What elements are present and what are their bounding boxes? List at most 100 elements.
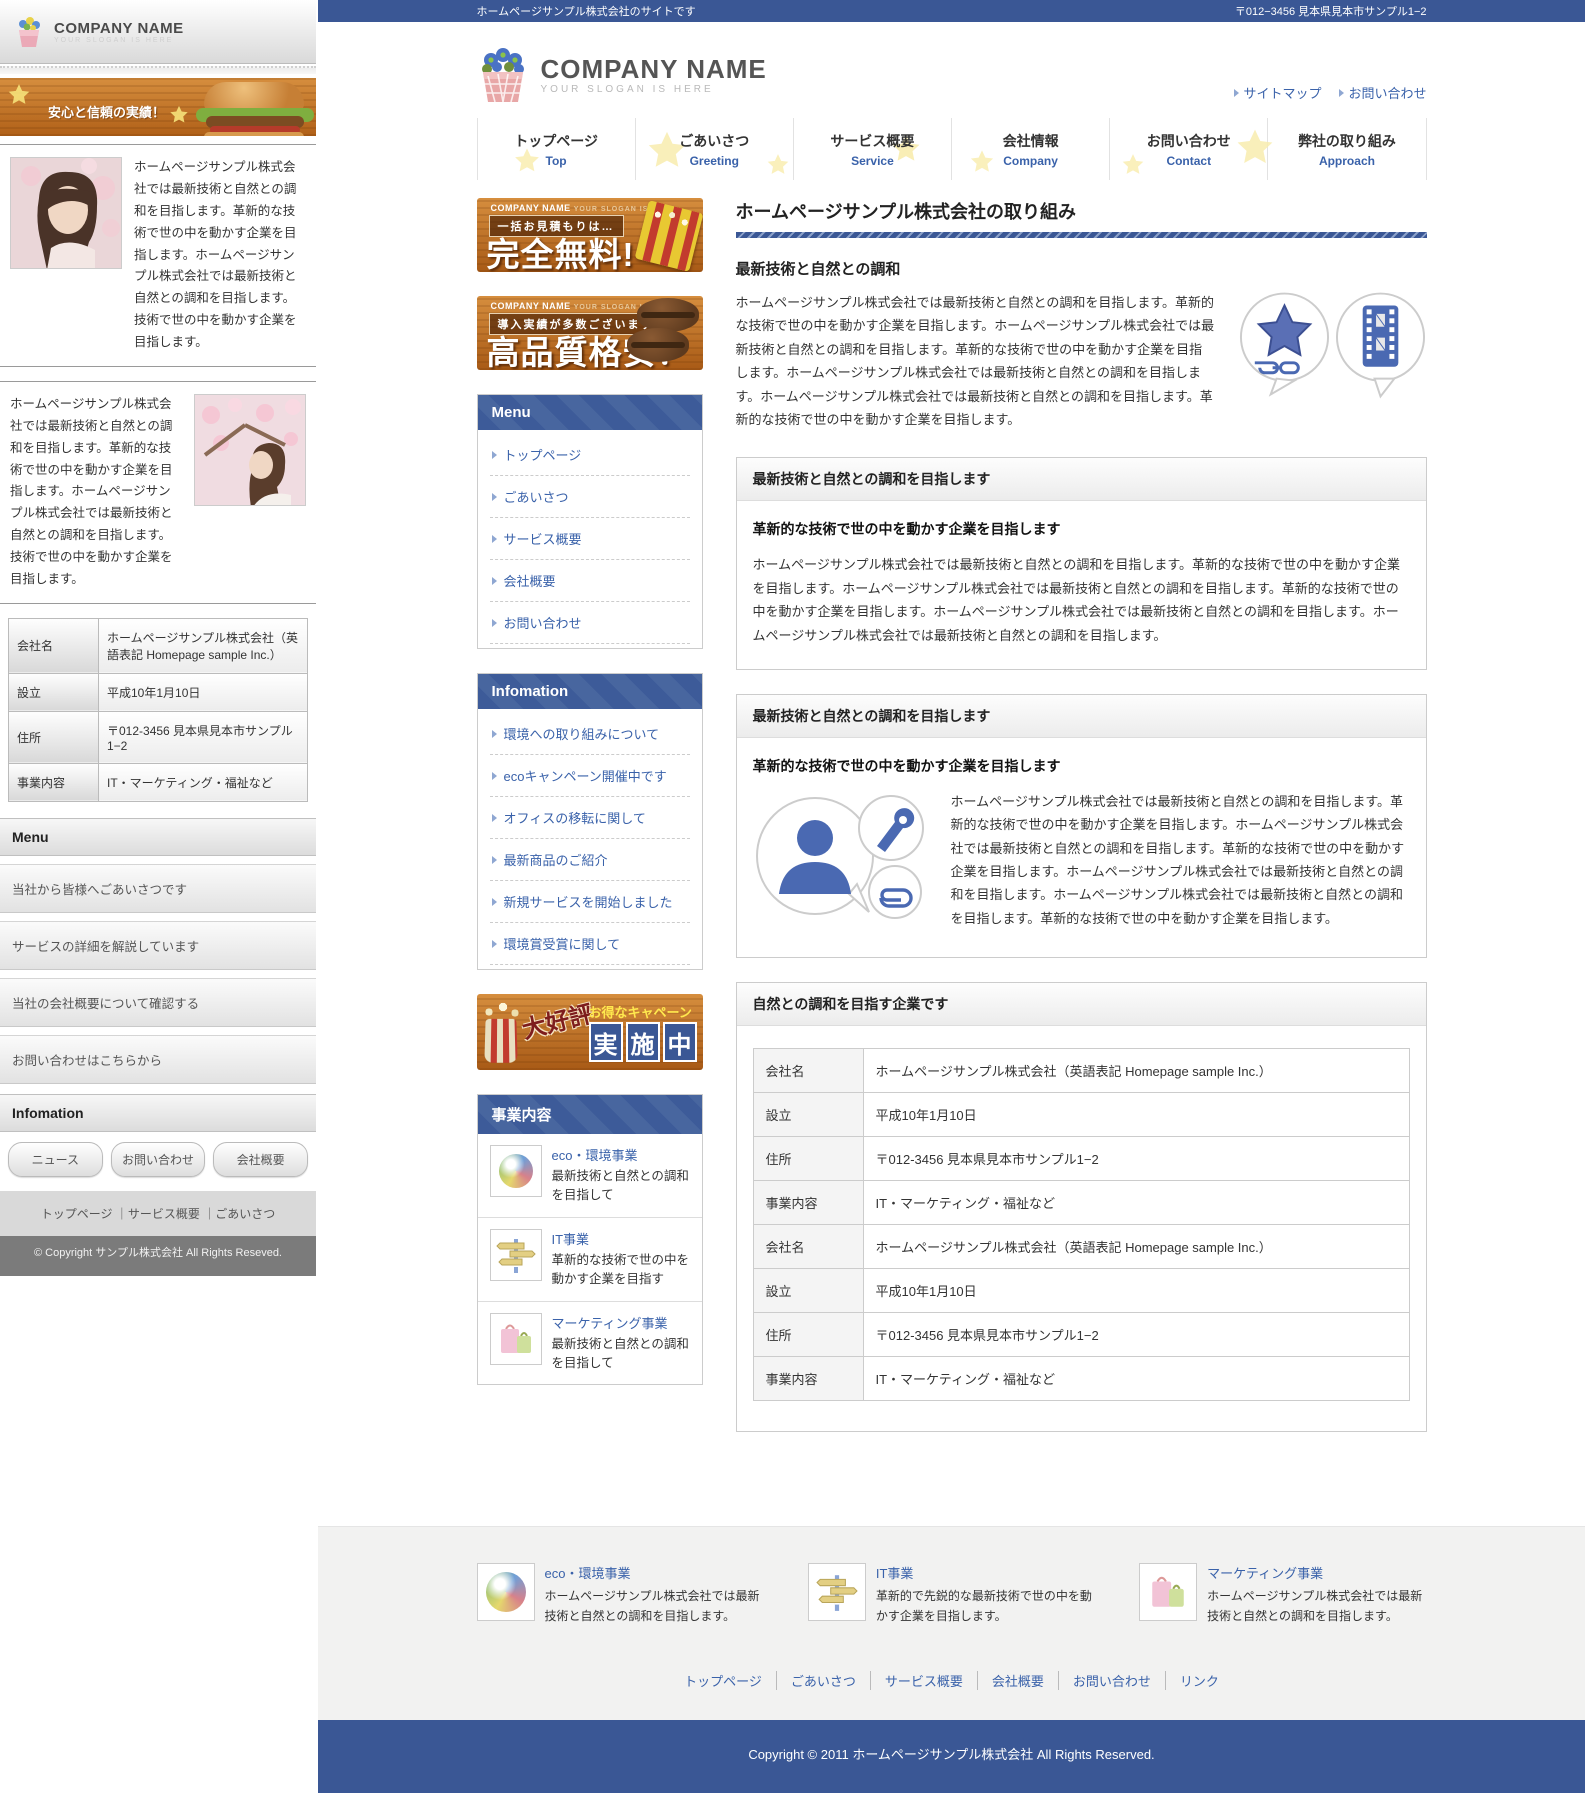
table-row: 会社名ホームページサンプル株式会社（英語表記 Homepage sample I… xyxy=(753,1224,1409,1268)
footer-links: トップページ ごあいさつ サービス概要 会社概要 お問い合わせ リンク xyxy=(477,1671,1427,1690)
nav-item-top[interactable]: トップページTop xyxy=(478,118,636,180)
popcorn-cup-icon xyxy=(479,1000,523,1064)
arrow-icon xyxy=(492,619,497,627)
sidebar-copyright: © Copyright サンプル株式会社 All Rights Reseved. xyxy=(0,1236,316,1276)
company-section-header: 自然との調和を目指す企業です xyxy=(737,983,1426,1026)
quality-banner[interactable]: COMPANY NAME YOUR SLOGAN IS HERE 導入実績が多数… xyxy=(477,296,703,370)
menu-link-greeting[interactable]: ごあいさつ xyxy=(490,476,690,518)
menu-link-contact[interactable]: お問い合わせ xyxy=(490,602,690,644)
table-row: 設立平成10年1月10日 xyxy=(753,1268,1409,1312)
business-box-title: 事業内容 xyxy=(478,1095,702,1134)
sidebar-menu-item-service[interactable]: サービスの詳細を解説しています xyxy=(0,921,316,970)
company-section: 自然との調和を目指す企業です 会社名ホームページサンプル株式会社（英語表記 Ho… xyxy=(736,982,1427,1432)
sidebar-preview: COMPANY NAME YOUR SLOGAN IS HERE 安心と信頼の実… xyxy=(0,0,318,1793)
campaign-banner[interactable]: 大好評 お得なキャペーン 実施中 xyxy=(477,994,703,1070)
business-box: 事業内容 eco・環境事業最新技術と自然との調和を目指して xyxy=(477,1094,703,1385)
title-rule xyxy=(736,232,1427,238)
intro-heading: 最新技術と自然との調和 xyxy=(736,258,1427,279)
star-icon xyxy=(968,148,996,176)
hamburger-image xyxy=(196,82,314,136)
arrow-icon xyxy=(1234,89,1239,97)
business-item-eco[interactable]: eco・環境事業最新技術と自然との調和を目指して xyxy=(478,1134,702,1218)
sidebar-company-name: COMPANY NAME xyxy=(54,20,184,37)
footer-it-desc: 革新的で先鋭的な最新技術で世の中を動かす企業を目指します。 xyxy=(876,1586,1095,1627)
company-table: 会社名ホームページサンプル株式会社（英語表記 Homepage sample I… xyxy=(753,1048,1410,1401)
footer-link-top[interactable]: トップページ xyxy=(670,1671,777,1690)
portrait-photo xyxy=(10,157,122,269)
star-icon xyxy=(1233,126,1277,170)
nav-item-contact[interactable]: お問い合わせContact xyxy=(1110,118,1268,180)
info-link[interactable]: 新規サービスを開始しました xyxy=(490,881,690,923)
site-description: ホームページサンプル株式会社のサイトです xyxy=(477,3,696,19)
info-link[interactable]: 環境賞受賞に関して xyxy=(490,923,690,965)
business-item-it[interactable]: IT事業革新的な技術で世の中を動かす企業を目指す xyxy=(478,1218,702,1302)
infomation-box: Infomation 環境への取り組みについて ecoキャンペーン開催中です オ… xyxy=(477,673,703,970)
star-icon xyxy=(512,146,542,176)
arrow-icon xyxy=(492,898,497,906)
arrow-icon xyxy=(1339,89,1344,97)
footer: eco・環境事業 ホームページサンプル株式会社では最新技術と自然との調和を目指し… xyxy=(318,1526,1585,1720)
footer-link-contact[interactable]: お問い合わせ xyxy=(1059,1671,1166,1690)
sitemap-link[interactable]: サイトマップ xyxy=(1234,83,1321,102)
footer-link-links[interactable]: リンク xyxy=(1166,1671,1233,1690)
footer-link-company[interactable]: 会社概要 xyxy=(978,1671,1059,1690)
top-bar: ホームページサンプル株式会社のサイトです 〒012−3456 見本県見本市サンプ… xyxy=(318,0,1585,22)
nav-item-service[interactable]: サービス概要Service xyxy=(794,118,952,180)
footer-it-link[interactable]: IT事業 xyxy=(876,1566,914,1581)
table-row: 住所〒012-3456 見本県見本市サンプル1−2 xyxy=(753,1136,1409,1180)
site-logo[interactable]: COMPANY NAME YOUR SLOGAN IS HERE xyxy=(477,46,767,104)
footer-link-greeting[interactable]: ごあいさつ xyxy=(777,1671,871,1690)
free-estimate-banner[interactable]: COMPANY NAME YOUR SLOGAN IS HERE 一括お見積もり… xyxy=(477,198,703,272)
sidebar-hero-banner[interactable]: 安心と信頼の実績！ xyxy=(0,78,316,136)
sidebar-about-card-2: ホームページサンプル株式会社では最新技術と自然との調和を目指します。革新的な技術… xyxy=(0,381,316,604)
sidebar-menu-item-company[interactable]: 当社の会社概要について確認する xyxy=(0,978,316,1027)
footer-marketing-link[interactable]: マーケティング事業 xyxy=(1207,1566,1323,1581)
arrow-icon xyxy=(492,577,497,585)
footer-eco-link[interactable]: eco・環境事業 xyxy=(545,1566,631,1581)
copyright-bar: Copyright © 2011 ホームページサンプル株式会社 All Righ… xyxy=(318,1720,1585,1793)
table-row: 住所〒012-3456 見本県見本市サンプル1−2 xyxy=(9,711,308,763)
business-item-marketing[interactable]: マーケティング事業最新技術と自然との調和を目指して xyxy=(478,1302,702,1385)
info-link[interactable]: 環境への取り組みについて xyxy=(490,713,690,755)
flower-basket-icon xyxy=(477,46,529,104)
nav-item-approach[interactable]: 弊社の取り組みApproach xyxy=(1268,118,1425,180)
campaign-bigtext: 実施中 xyxy=(589,1022,697,1062)
table-row: 会社名ホームページサンプル株式会社（英語表記 Homepage sample I… xyxy=(753,1048,1409,1092)
nav-item-greeting[interactable]: ごあいさつGreeting xyxy=(636,118,794,180)
main-nav: トップページTop ごあいさつGreeting サービス概要Service 会社… xyxy=(477,118,1427,180)
section-1-header: 最新技術と自然との調和を目指します xyxy=(737,458,1426,501)
info-link[interactable]: 最新商品のご紹介 xyxy=(490,839,690,881)
info-link[interactable]: ecoキャンペーン開催中です xyxy=(490,755,690,797)
contact-button[interactable]: お問い合わせ xyxy=(111,1142,206,1177)
nav-item-company[interactable]: 会社情報Company xyxy=(952,118,1110,180)
macaron-icon xyxy=(629,298,699,368)
sidebar-about-card-1: ホームページサンプル株式会社では最新技術と自然との調和を目指します。革新的な技術… xyxy=(0,144,316,367)
table-row: 事業内容IT・マーケティング・福祉など xyxy=(753,1180,1409,1224)
menu-link-company[interactable]: 会社概要 xyxy=(490,560,690,602)
site-header: COMPANY NAME YOUR SLOGAN IS HERE サイトマップ … xyxy=(477,22,1427,108)
sidebar-menu-item-greeting[interactable]: 当社から皆様へごあいさつです xyxy=(0,864,316,913)
company-name: COMPANY NAME xyxy=(541,55,767,84)
footer-col-it: IT事業 革新的で先鋭的な最新技術で世の中を動かす企業を目指します。 xyxy=(808,1563,1095,1627)
sidebar-menu-item-contact[interactable]: お問い合わせはこちらから xyxy=(0,1035,316,1084)
section-1-subheading: 革新的な技術で世の中を動かす企業を目指します xyxy=(753,519,1410,539)
arrow-icon xyxy=(492,535,497,543)
company-button[interactable]: 会社概要 xyxy=(213,1142,308,1177)
contact-link[interactable]: お問い合わせ xyxy=(1339,83,1426,102)
sphere-icon xyxy=(499,1154,533,1188)
arrow-icon xyxy=(492,772,497,780)
star-glasses-bubble-icon xyxy=(1237,291,1332,401)
sidebar-company-table: 会社名ホームページサンプル株式会社（英語表記 Homepage sample I… xyxy=(8,618,308,802)
star-icon xyxy=(168,104,190,126)
news-button[interactable]: ニュース xyxy=(8,1142,103,1177)
menu-link-service[interactable]: サービス概要 xyxy=(490,518,690,560)
content-area: COMPANY NAME YOUR SLOGAN IS HERE 一括お見積もり… xyxy=(477,180,1427,1456)
footer-link-service[interactable]: サービス概要 xyxy=(871,1671,978,1690)
section-2-header: 最新技術と自然との調和を目指します xyxy=(737,695,1426,738)
sidebar-logo[interactable]: COMPANY NAME YOUR SLOGAN IS HERE xyxy=(0,0,316,64)
sidebar-footer-links[interactable]: トップページ ｜サービス概要 ｜ごあいさつ xyxy=(0,1191,316,1236)
menu-link-top[interactable]: トップページ xyxy=(490,434,690,476)
star-icon xyxy=(6,82,32,108)
info-link[interactable]: オフィスの移転に関して xyxy=(490,797,690,839)
star-icon xyxy=(765,152,791,178)
